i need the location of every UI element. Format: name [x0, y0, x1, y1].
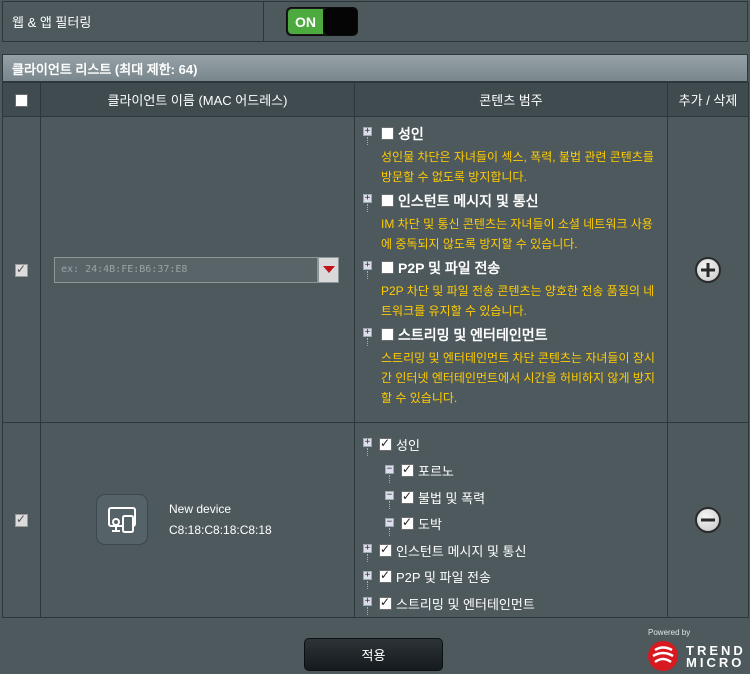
- select-all-checkbox[interactable]: [15, 94, 28, 108]
- add-client-button[interactable]: [695, 256, 721, 283]
- category-description: IM 차단 및 통신 콘텐츠는 자녀들이 소셜 네트워크 사용에 중독되지 않도…: [381, 217, 653, 251]
- mac-address-input[interactable]: ex: 24:4B:FE:B6:37:E8: [54, 256, 318, 283]
- tree-item-p2p: +P2P 및 파일 전송: [363, 564, 667, 591]
- tree-item-im: +인스턴트 메시지 및 통신: [363, 537, 667, 564]
- trend-micro-logo: Powered by TREND MICRO: [646, 628, 746, 672]
- tree-expand-icon[interactable]: +: [363, 570, 372, 589]
- powered-by-text: Powered by: [648, 628, 691, 637]
- client-list-title: 클라이언트 리스트 (최대 제한: 64): [2, 54, 748, 82]
- new-row-categories: + 성인 성인물 차단은 자녀들이 섹스, 폭력, 불법 관련 콘텐츠를 방문할…: [354, 116, 668, 423]
- tree-collapse-icon[interactable]: −: [385, 491, 394, 509]
- client-dropdown-button[interactable]: [318, 256, 339, 283]
- tree-item-porn: −포르노: [363, 458, 667, 485]
- header-content-category: 콘텐츠 범주: [354, 82, 668, 117]
- category-p2p-checkbox[interactable]: [381, 260, 394, 274]
- delete-client-button[interactable]: [695, 506, 721, 533]
- category-im-checkbox[interactable]: [381, 193, 394, 207]
- device-mac: C8:18:C8:18:C8:18: [169, 522, 272, 537]
- tree-item-illegal-violence: −불법 및 폭력: [363, 484, 667, 511]
- new-row-checkbox[interactable]: [15, 262, 28, 278]
- category-im: + 인스턴트 메시지 및 통신 IM 차단 및 통신 콘텐츠는 자녀들이 소셜 …: [363, 191, 667, 254]
- web-app-filter-row: 웹 & 앱 필터링 ON: [2, 1, 748, 42]
- device-name: New device: [169, 501, 232, 516]
- header-client-name: 클라이언트 이름 (MAC 어드레스): [40, 82, 355, 117]
- tree-expand-icon[interactable]: +: [363, 194, 372, 212]
- apply-button[interactable]: 적용: [304, 638, 443, 671]
- tree-collapse-icon[interactable]: −: [385, 464, 394, 483]
- tree-item-adult: +성인: [363, 431, 667, 458]
- toggle-knob[interactable]: [323, 8, 357, 35]
- tree-checkbox[interactable]: [401, 489, 414, 504]
- category-description: 스트리밍 및 엔터테인먼트 차단 콘텐츠는 자녀들이 장시간 인터넷 엔터테인먼…: [381, 351, 655, 405]
- tree-checkbox[interactable]: [379, 542, 392, 557]
- header-add-delete: 추가 / 삭제: [667, 82, 749, 117]
- category-p2p: + P2P 및 파일 전송 P2P 차단 및 파일 전송 콘텐츠는 양호한 전송…: [363, 258, 667, 321]
- tree-checkbox[interactable]: [401, 515, 414, 531]
- device-row-checkbox[interactable]: [15, 512, 28, 528]
- tree-expand-icon[interactable]: +: [363, 597, 372, 615]
- tree-collapse-icon[interactable]: −: [385, 517, 394, 536]
- tree-checkbox[interactable]: [379, 595, 392, 610]
- tree-expand-icon[interactable]: +: [363, 328, 372, 346]
- trend-micro-icon: [648, 641, 678, 671]
- client-list-table: 클라이언트 이름 (MAC 어드레스) 콘텐츠 범주 추가 / 삭제 ex: 2…: [2, 82, 749, 618]
- tree-expand-icon[interactable]: +: [363, 261, 372, 279]
- tree-checkbox[interactable]: [379, 568, 392, 584]
- web-app-filter-label: 웹 & 앱 필터링: [3, 2, 264, 41]
- tree-item-streaming: +스트리밍 및 엔터테인먼트: [363, 590, 667, 617]
- category-adult-checkbox[interactable]: [381, 126, 394, 140]
- toggle-on-label: ON: [288, 9, 323, 34]
- tree-expand-icon[interactable]: +: [363, 544, 372, 562]
- new-client-row: ex: 24:4B:FE:B6:37:E8 + 성인 성인물 차단은 자녀들이 …: [2, 116, 749, 423]
- device-icon: [96, 494, 148, 546]
- category-streaming-checkbox[interactable]: [381, 327, 394, 341]
- category-description: 성인물 차단은 자녀들이 섹스, 폭력, 불법 관련 콘텐츠를 방문할 수 없도…: [381, 150, 654, 184]
- category-adult: + 성인 성인물 차단은 자녀들이 섹스, 폭력, 불법 관련 콘텐츠를 방문할…: [363, 124, 667, 187]
- device-category-tree: +성인 −포르노 −불법 및 폭력 −도박 +인스턴트 메시지 및 통신 +P2…: [355, 423, 667, 617]
- filter-toggle[interactable]: ON: [286, 7, 358, 36]
- minus-icon: [701, 518, 715, 522]
- chevron-down-icon: [322, 266, 335, 273]
- tree-expand-icon[interactable]: +: [363, 127, 372, 145]
- category-description: P2P 차단 및 파일 전송 콘텐츠는 양호한 전송 품질의 네트워크를 유지할…: [381, 284, 655, 318]
- device-row: New device C8:18:C8:18:C8:18 +성인 −포르노 −불…: [2, 422, 749, 618]
- brand-name-line2: MICRO: [686, 655, 745, 670]
- category-streaming: + 스트리밍 및 엔터테인먼트 스트리밍 및 엔터테인먼트 차단 콘텐츠는 자녀…: [363, 325, 667, 408]
- tree-item-gambling: −도박: [363, 511, 667, 538]
- tree-expand-icon[interactable]: +: [363, 438, 372, 456]
- tree-checkbox[interactable]: [401, 462, 414, 478]
- plus-icon: [701, 262, 715, 277]
- tree-checkbox[interactable]: [379, 436, 392, 451]
